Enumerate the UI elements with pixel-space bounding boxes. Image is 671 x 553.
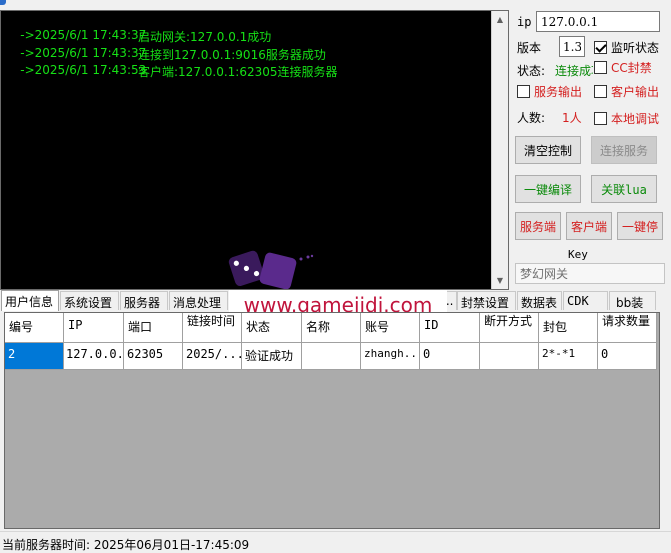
checkbox-checked-icon[interactable] <box>594 41 607 54</box>
tab-user-info[interactable]: 用户信息 <box>1 290 59 311</box>
table-cell[interactable]: 验证成功 <box>242 343 302 370</box>
dice-logo <box>228 250 314 289</box>
table-cell[interactable]: zhangh... <box>361 343 420 370</box>
column-header[interactable]: 编号 <box>5 313 64 343</box>
scroll-up-icon[interactable]: ▲ <box>492 11 508 28</box>
key-input[interactable] <box>515 263 665 284</box>
status-bar: 当前服务器时间: 2025年06月01日-17:45:09 <box>0 531 671 553</box>
table-cell[interactable] <box>480 343 539 370</box>
server-button[interactable]: 服务端 <box>515 212 561 240</box>
checkbox-icon[interactable] <box>594 112 607 125</box>
tab-message-handling[interactable]: 消息处理 <box>169 291 228 310</box>
log-time: ->2025/6/1 17:43:53 <box>20 63 147 77</box>
monitor-label: 监听状态 <box>611 41 660 55</box>
checkbox-icon[interactable] <box>594 85 607 98</box>
local-debug-label: 本地调试 <box>611 112 660 126</box>
ip-input[interactable] <box>536 11 660 32</box>
local-debug-checkbox[interactable]: 本地调试 <box>594 110 659 127</box>
client-output-checkbox[interactable]: 客户输出 <box>594 83 659 100</box>
title-strip <box>0 0 671 10</box>
state-label: 状态: <box>517 64 546 78</box>
column-header[interactable]: 断开方式 <box>480 313 539 343</box>
monitor-checkbox[interactable]: 监听状态 <box>594 39 659 56</box>
table-cell[interactable]: 2*-*1 <box>539 343 598 370</box>
column-header[interactable]: 名称 <box>302 313 361 343</box>
column-header[interactable]: 账号 <box>361 313 420 343</box>
client-button[interactable]: 客户端 <box>566 212 612 240</box>
column-header[interactable]: 端口 <box>124 313 183 343</box>
state-value: 连接成功 <box>555 64 593 78</box>
console-output[interactable]: ->2025/6/1 17:43:37 启动网关:127.0.0.1成功 ->20… <box>0 10 509 290</box>
tab-data-table[interactable]: 数据表 <box>517 291 562 310</box>
tab-server[interactable]: 服务器 <box>120 291 168 310</box>
table-cell[interactable]: 2025/... <box>183 343 242 370</box>
tab-system-settings[interactable]: 系统设置 <box>60 291 119 310</box>
table-cell[interactable]: 0 <box>420 343 480 370</box>
client-output-label: 客户输出 <box>611 85 660 99</box>
column-header[interactable]: ID <box>420 313 480 343</box>
clear-console-button[interactable]: 清空控制 <box>515 136 581 164</box>
column-header[interactable]: 链接时间 <box>183 313 242 343</box>
version-input[interactable] <box>559 36 585 57</box>
one-click-stop-button[interactable]: 一键停 <box>617 212 663 240</box>
connect-service-button[interactable]: 连接服务 <box>591 136 657 164</box>
table-cell[interactable]: 127.0.0.1 <box>64 343 124 370</box>
tab-bb-equip[interactable]: bb装 <box>609 291 656 310</box>
app-icon <box>0 0 6 5</box>
cc-ban-checkbox[interactable]: CC封禁 <box>594 59 652 76</box>
column-header[interactable]: 封包 <box>539 313 598 343</box>
column-header[interactable]: 请求数量 <box>598 313 657 343</box>
scroll-down-icon[interactable]: ▼ <box>492 272 508 289</box>
table-cell[interactable]: 2 <box>5 343 64 370</box>
associate-lua-button[interactable]: 关联lua <box>591 175 657 203</box>
key-label: Key <box>568 248 588 261</box>
table-cell[interactable] <box>302 343 361 370</box>
table-cell[interactable]: 0 <box>598 343 657 370</box>
tab-cdk[interactable]: CDK <box>563 291 608 310</box>
column-header[interactable]: 状态 <box>242 313 302 343</box>
one-click-compile-button[interactable]: 一键编译 <box>515 175 581 203</box>
service-output-checkbox[interactable]: 服务输出 <box>517 83 582 100</box>
log-message: 客户端:127.0.0.1:62305连接服务器 <box>138 65 338 79</box>
log-message: 连接到127.0.0.1:9016服务器成功 <box>138 48 326 62</box>
table-cell[interactable]: 62305 <box>124 343 183 370</box>
ip-label: ip <box>517 15 532 29</box>
people-label: 人数: <box>517 111 546 125</box>
server-time-value: 2025年06月01日-17:45:09 <box>93 538 250 552</box>
service-output-label: 服务输出 <box>534 85 583 99</box>
console-scrollbar[interactable]: ▲ ▼ <box>491 11 508 289</box>
user-table[interactable]: 编号 IP 端口 链接时间 状态 名称 账号 ID 断开方式 封包 请求数量 2… <box>4 312 660 529</box>
tab-ban-settings[interactable]: 封禁设置 <box>457 291 516 310</box>
cc-ban-label: CC封禁 <box>611 61 652 75</box>
column-header[interactable]: IP <box>64 313 124 343</box>
checkbox-icon[interactable] <box>517 85 530 98</box>
people-value: 1人 <box>562 111 582 125</box>
table-row[interactable]: 2 127.0.0.1 62305 2025/... 验证成功 zhangh..… <box>5 343 657 370</box>
server-time-label: 当前服务器时间: <box>2 538 91 552</box>
log-line: ->2025/6/1 17:43:53 客户端:127.0.0.1:62305连接… <box>5 49 337 91</box>
table-header: 编号 IP 端口 链接时间 状态 名称 账号 ID 断开方式 封包 请求数量 <box>5 313 657 343</box>
checkbox-icon[interactable] <box>594 61 607 74</box>
log-message: 启动网关:127.0.0.1成功 <box>138 30 272 44</box>
version-label: 版本 <box>517 41 542 55</box>
